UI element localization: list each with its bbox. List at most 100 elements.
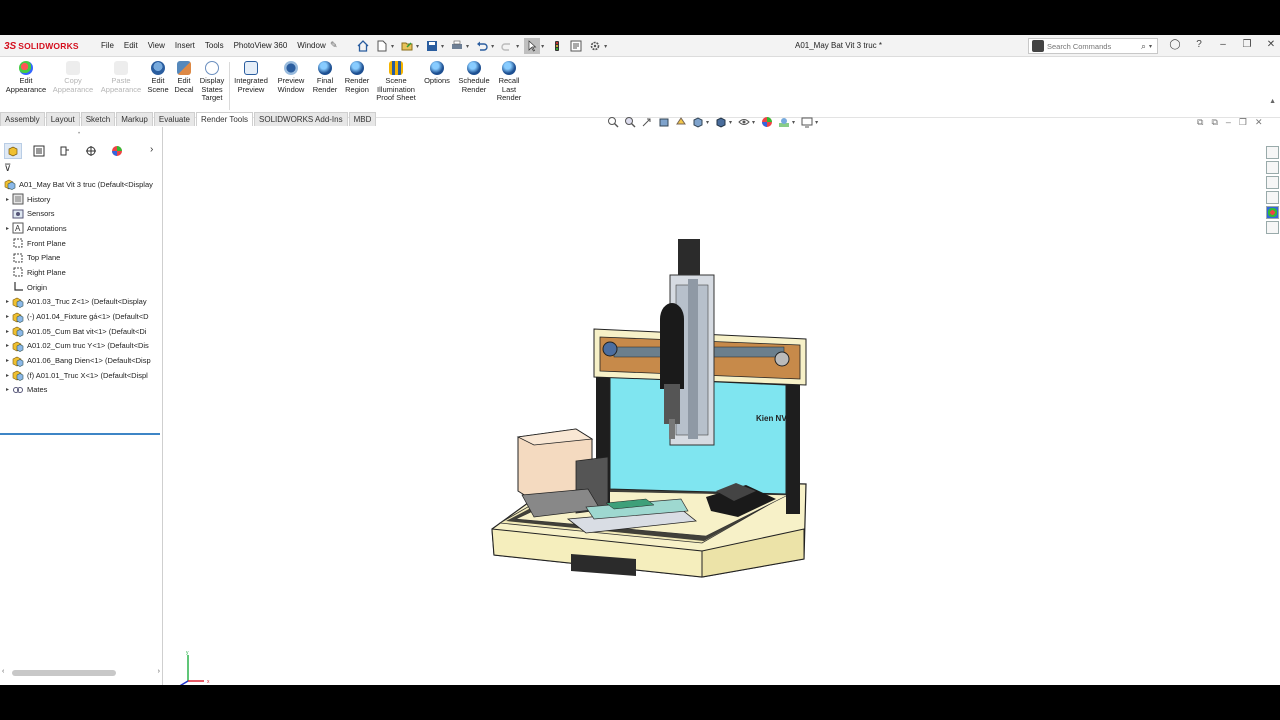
solidworks-logo[interactable]: 3S SOLIDWORKS xyxy=(4,39,79,53)
menu-insert[interactable]: Insert xyxy=(170,41,200,50)
select-dropdown-icon[interactable]: ▾ xyxy=(541,43,544,50)
feature-tree-tab[interactable] xyxy=(4,143,22,159)
redo-icon[interactable] xyxy=(499,38,515,54)
tree-item-front-plane[interactable]: Front Plane xyxy=(0,236,162,251)
tree-item-origin[interactable]: Origin xyxy=(0,280,162,295)
scroll-left-icon[interactable]: ‹ xyxy=(2,668,4,675)
help-icon[interactable]: ? xyxy=(1192,39,1206,50)
tree-item-history[interactable]: ▸ History xyxy=(0,192,162,207)
doc-restore-icon[interactable]: ❐ xyxy=(1239,117,1247,128)
scene-illumination-button[interactable]: Scene Illumination Proof Sheet xyxy=(374,61,418,103)
tab-sketch[interactable]: Sketch xyxy=(80,112,116,126)
undo-dropdown-icon[interactable]: ▾ xyxy=(491,43,494,50)
user-account-icon[interactable]: ◯ xyxy=(1168,39,1182,50)
tree-item-mates[interactable]: ▸ Mates xyxy=(0,383,162,398)
save-dropdown-icon[interactable]: ▾ xyxy=(441,43,444,50)
menu-file[interactable]: File xyxy=(96,41,119,50)
dynamic-annotation-icon[interactable] xyxy=(674,115,688,129)
panel-grip-icon[interactable]: • xyxy=(78,131,80,137)
dimxpert-tab[interactable] xyxy=(82,143,100,159)
doc-minimize-icon[interactable]: – xyxy=(1226,117,1231,128)
tab-assembly[interactable]: Assembly xyxy=(0,112,45,126)
integrated-preview-button[interactable]: Integrated Preview xyxy=(232,61,270,94)
schedule-render-button[interactable]: Schedule Render xyxy=(456,61,492,94)
tab-markup[interactable]: Markup xyxy=(116,112,153,126)
view-orientation-icon[interactable] xyxy=(691,115,705,129)
undo-icon[interactable] xyxy=(474,38,490,54)
apply-scene-dropdown-icon[interactable]: ▾ xyxy=(792,119,795,126)
file-properties-icon[interactable] xyxy=(568,38,584,54)
menu-window[interactable]: Window xyxy=(292,41,330,50)
expand-icon[interactable]: ▸ xyxy=(3,225,12,232)
search-input[interactable] xyxy=(1047,41,1139,51)
search-icon[interactable]: ⌕ xyxy=(1141,41,1146,52)
close-icon[interactable]: ✕ xyxy=(1264,39,1278,50)
hide-show-dropdown-icon[interactable]: ▾ xyxy=(752,119,755,126)
preview-window-button[interactable]: Preview Window xyxy=(274,61,308,94)
tab-render-tools[interactable]: Render Tools xyxy=(196,112,254,126)
open-icon[interactable] xyxy=(399,38,415,54)
expand-icon[interactable]: ▸ xyxy=(3,386,12,393)
recall-render-button[interactable]: Recall Last Render xyxy=(494,61,524,103)
scroll-right-icon[interactable]: › xyxy=(158,668,160,675)
tree-item-cum-bat-vit[interactable]: ▸ A01.05_Cum Bat vit<1> (Default<Di xyxy=(0,324,162,339)
expand-icon[interactable]: ▸ xyxy=(3,357,12,364)
configuration-manager-tab[interactable] xyxy=(56,143,74,159)
save-icon[interactable] xyxy=(424,38,440,54)
options-dropdown-icon[interactable]: ▾ xyxy=(604,43,607,50)
doc-close-icon[interactable]: ✕ xyxy=(1255,117,1263,128)
filter-icon[interactable]: ⊽ xyxy=(4,163,11,174)
open-dropdown-icon[interactable]: ▾ xyxy=(416,43,419,50)
tree-item-right-plane[interactable]: Right Plane xyxy=(0,265,162,280)
minimize-icon[interactable]: – xyxy=(1216,39,1230,50)
section-view-icon[interactable] xyxy=(657,115,671,129)
tree-item-bang-dien[interactable]: ▸ A01.06_Bang Dien<1> (Default<Disp xyxy=(0,353,162,368)
view-settings-dropdown-icon[interactable]: ▾ xyxy=(815,119,818,126)
select-icon[interactable] xyxy=(524,38,541,54)
display-style-icon[interactable] xyxy=(714,115,728,129)
zoom-to-fit-icon[interactable] xyxy=(606,115,620,129)
paste-appearance-button[interactable]: Paste Appearance xyxy=(100,61,142,94)
redo-dropdown-icon[interactable]: ▾ xyxy=(516,43,519,50)
pin-icon[interactable]: ✎ xyxy=(330,40,338,51)
edit-decal-button[interactable]: Edit Decal xyxy=(172,61,196,94)
expand-icon[interactable]: ▸ xyxy=(3,372,12,379)
expand-icon[interactable]: ▸ xyxy=(3,328,12,335)
new-dropdown-icon[interactable]: ▾ xyxy=(391,43,394,50)
previous-view-icon[interactable] xyxy=(640,115,654,129)
menu-tools[interactable]: Tools xyxy=(200,41,229,50)
tab-layout[interactable]: Layout xyxy=(45,112,80,126)
menu-view[interactable]: View xyxy=(143,41,170,50)
view-settings-icon[interactable] xyxy=(800,115,814,129)
tab-mbd[interactable]: MBD xyxy=(348,112,377,126)
home-icon[interactable] xyxy=(355,38,371,54)
expand-icon[interactable]: ▸ xyxy=(3,313,12,320)
solidworks-resources-icon[interactable] xyxy=(1266,146,1279,159)
doc-float-icon[interactable]: ⧉ xyxy=(1211,117,1217,128)
search-box[interactable]: ⌕ ▾ xyxy=(1028,38,1158,54)
tree-root[interactable]: A01_May Bat Vit 3 truc (Default<Display xyxy=(0,177,162,192)
copy-appearance-button[interactable]: Copy Appearance xyxy=(53,61,93,94)
design-library-icon[interactable] xyxy=(1266,161,1279,174)
menu-edit[interactable]: Edit xyxy=(119,41,143,50)
edit-appearance-view-icon[interactable] xyxy=(760,115,774,129)
tree-item-annotations[interactable]: ▸ A Annotations xyxy=(0,221,162,236)
hide-show-items-icon[interactable] xyxy=(737,115,751,129)
property-manager-tab[interactable] xyxy=(30,143,48,159)
apply-scene-icon[interactable] xyxy=(777,115,791,129)
final-render-button[interactable]: Final Render xyxy=(311,61,339,94)
tree-item-truc-x[interactable]: ▸ (f) A01.01_Truc X<1> (Default<Displ xyxy=(0,368,162,383)
expand-icon[interactable]: ▸ xyxy=(3,342,12,349)
display-manager-tab[interactable] xyxy=(108,143,126,159)
new-document-icon[interactable] xyxy=(374,38,390,54)
edit-scene-button[interactable]: Edit Scene xyxy=(146,61,170,94)
tab-evaluate[interactable]: Evaluate xyxy=(153,112,196,126)
view-orientation-dropdown-icon[interactable]: ▾ xyxy=(706,119,709,126)
rebuild-icon[interactable] xyxy=(549,38,565,54)
search-dropdown-icon[interactable]: ▾ xyxy=(1149,43,1152,50)
view-palette-icon[interactable] xyxy=(1266,191,1279,204)
collapse-ribbon-icon[interactable]: ▲ xyxy=(1269,98,1276,105)
expand-icon[interactable]: ▸ xyxy=(3,196,12,203)
zoom-to-area-icon[interactable] xyxy=(623,115,637,129)
display-states-button[interactable]: Display States Target xyxy=(198,61,226,103)
